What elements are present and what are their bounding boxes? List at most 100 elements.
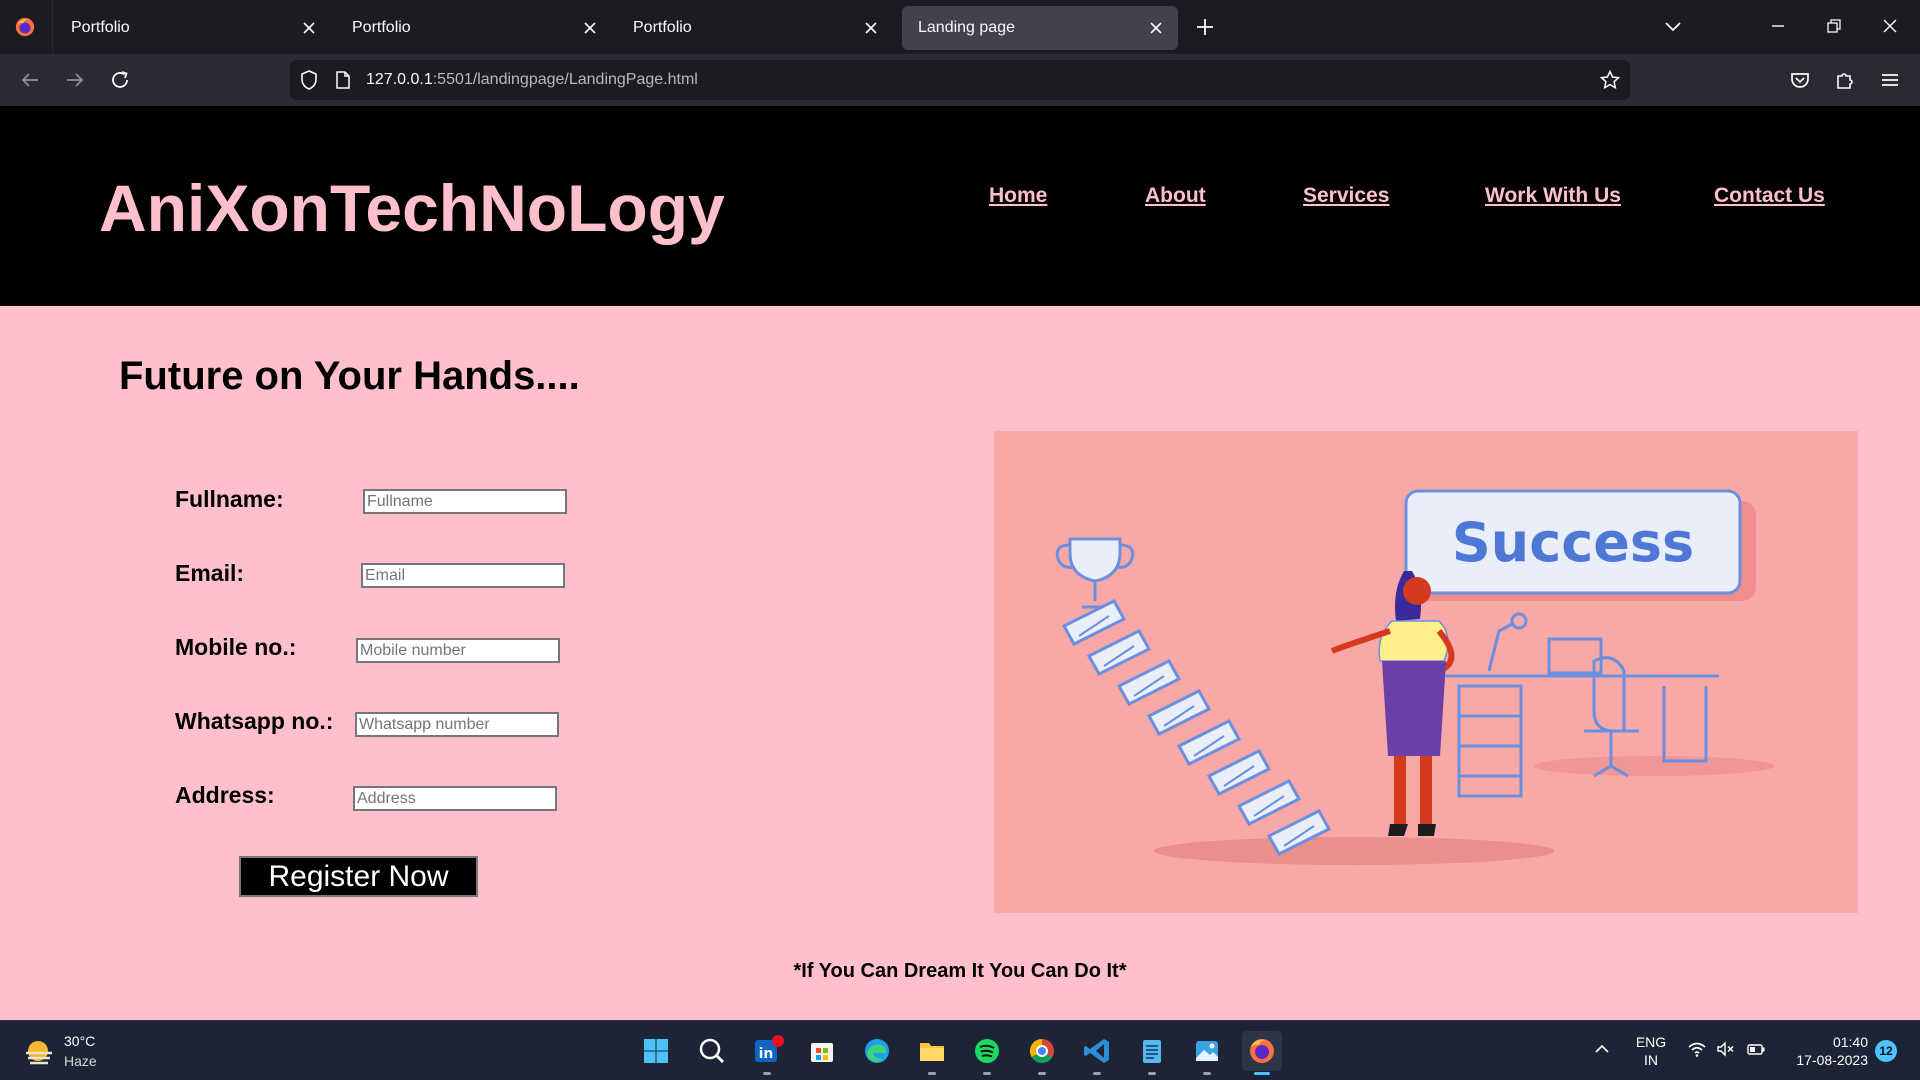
hero-title: Future on Your Hands.... <box>119 354 580 398</box>
close-tab-icon[interactable] <box>863 20 879 36</box>
extensions-puzzle-icon[interactable] <box>1833 68 1857 92</box>
tab-landing-page[interactable]: Landing page <box>902 6 1178 50</box>
page-info-icon[interactable] <box>332 69 354 91</box>
forward-arrow-icon[interactable] <box>63 68 87 92</box>
running-indicator <box>763 1072 771 1075</box>
taskbar-app-file-explorer[interactable] <box>912 1031 952 1075</box>
clock-date: 17-08-2023 <box>1796 1052 1868 1068</box>
email-label: Email: <box>175 560 245 586</box>
address-input[interactable] <box>353 786 557 811</box>
mobile-input[interactable] <box>356 638 560 663</box>
landing-page: AniXonTechNoLogy Home About Services Wor… <box>0 106 1920 1020</box>
restore-window-icon[interactable] <box>1822 14 1846 38</box>
minimize-window-icon[interactable] <box>1766 14 1790 38</box>
search-icon <box>699 1038 724 1063</box>
tab-portfolio-3[interactable]: Portfolio <box>617 6 893 50</box>
register-now-button[interactable]: Register Now <box>239 856 478 897</box>
chrome-icon <box>1029 1039 1054 1064</box>
language-code: ENG <box>1635 1034 1667 1050</box>
taskbar-app-photos[interactable] <box>1187 1031 1227 1075</box>
wifi-icon[interactable] <box>1687 1039 1707 1059</box>
taskbar-app-firefox[interactable] <box>1242 1031 1282 1075</box>
bookmark-star-icon[interactable] <box>1599 69 1621 91</box>
site-logo[interactable]: AniXonTechNoLogy <box>99 170 725 246</box>
success-sign-text: Success <box>1452 511 1694 574</box>
running-indicator <box>983 1072 991 1075</box>
taskbar-app-linkedin[interactable]: in <box>747 1031 787 1075</box>
fullname-label: Fullname: <box>175 486 284 512</box>
whatsapp-input[interactable] <box>355 712 559 737</box>
notepad-icon <box>1143 1040 1161 1063</box>
whatsapp-label: Whatsapp no.: <box>175 708 334 734</box>
close-window-icon[interactable] <box>1878 14 1902 38</box>
input-language-indicator[interactable]: ENG IN <box>1634 1033 1668 1069</box>
tab-title: Portfolio <box>352 19 411 36</box>
browser-tab-bar: Portfolio Portfolio Portfolio Landing pa… <box>0 0 1920 54</box>
nav-link-contact-us[interactable]: Contact Us <box>1714 184 1825 208</box>
nav-link-services[interactable]: Services <box>1303 184 1389 208</box>
back-arrow-icon[interactable] <box>18 68 42 92</box>
tagline: *If You Can Dream It You Can Do It* <box>793 960 1127 982</box>
spotify-icon <box>975 1039 999 1063</box>
running-indicator <box>928 1072 936 1075</box>
url-path: :5501/landingpage/LandingPage.html <box>432 71 698 88</box>
battery-icon[interactable] <box>1746 1039 1766 1059</box>
tracking-protection-shield-icon[interactable] <box>298 69 320 91</box>
list-all-tabs-chevron-icon[interactable] <box>1662 17 1684 37</box>
browser-navigation-bar: 127.0.0.1:5501/landingpage/LandingPage.h… <box>0 54 1920 106</box>
region-code: IN <box>1644 1052 1658 1068</box>
address-bar[interactable]: 127.0.0.1:5501/landingpage/LandingPage.h… <box>290 60 1630 100</box>
taskbar-app-notepad[interactable] <box>1132 1031 1172 1075</box>
taskbar-app-spotify[interactable] <box>967 1031 1007 1075</box>
close-tab-icon[interactable] <box>1148 20 1164 36</box>
pocket-icon[interactable] <box>1788 68 1812 92</box>
microsoft-store-icon <box>811 1043 833 1062</box>
windows-taskbar: 30°C Haze in ENG IN 01:40 17-08-2023 12 <box>0 1020 1920 1080</box>
running-indicator <box>1148 1072 1156 1075</box>
start-button[interactable] <box>636 1031 676 1071</box>
show-hidden-icons-chevron-icon[interactable] <box>1592 1039 1612 1059</box>
url-host: 127.0.0.1 <box>366 71 433 88</box>
address-label: Address: <box>175 782 275 808</box>
taskbar-search-button[interactable] <box>692 1031 732 1071</box>
weather-description[interactable]: Haze <box>64 1053 97 1069</box>
tab-portfolio-2[interactable]: Portfolio <box>336 6 612 50</box>
close-tab-icon[interactable] <box>301 20 317 36</box>
url-text[interactable]: 127.0.0.1:5501/landingpage/LandingPage.h… <box>366 71 698 89</box>
folder-icon <box>920 1043 944 1061</box>
windows-start-icon <box>644 1039 668 1063</box>
reload-icon[interactable] <box>108 68 132 92</box>
system-clock[interactable]: 01:40 17-08-2023 <box>1778 1033 1868 1069</box>
nav-link-home[interactable]: Home <box>989 184 1047 208</box>
running-indicator <box>1038 1072 1046 1075</box>
fullname-input[interactable] <box>363 489 567 514</box>
running-indicator <box>1203 1072 1211 1075</box>
taskbar-app-vs-code[interactable] <box>1077 1031 1117 1075</box>
firefox-menu-icon[interactable] <box>14 16 36 38</box>
weather-temperature[interactable]: 30°C <box>64 1033 95 1049</box>
notification-count-badge[interactable]: 12 <box>1875 1040 1897 1062</box>
tabbar-separator <box>52 0 53 54</box>
clock-time: 01:40 <box>1832 1034 1868 1050</box>
taskbar-app-edge[interactable] <box>857 1031 897 1071</box>
active-indicator <box>1254 1072 1270 1075</box>
email-input[interactable] <box>361 563 565 588</box>
linkedin-icon: in <box>755 1035 784 1062</box>
nav-link-about[interactable]: About <box>1145 184 1206 208</box>
tab-title: Portfolio <box>633 19 692 36</box>
running-indicator <box>1093 1072 1101 1075</box>
vs-code-icon <box>1084 1039 1109 1063</box>
volume-muted-icon[interactable] <box>1716 1039 1736 1059</box>
success-illustration: Success <box>994 431 1858 913</box>
hamburger-menu-icon[interactable] <box>1878 68 1902 92</box>
taskbar-app-microsoft-store[interactable] <box>802 1031 842 1071</box>
close-tab-icon[interactable] <box>582 20 598 36</box>
new-tab-plus-icon[interactable] <box>1193 15 1217 39</box>
edge-browser-icon <box>865 1039 889 1063</box>
nav-link-work-with-us[interactable]: Work With Us <box>1485 184 1621 208</box>
tab-title: Portfolio <box>71 19 130 36</box>
tab-portfolio-1[interactable]: Portfolio <box>55 6 331 50</box>
taskbar-app-chrome[interactable] <box>1022 1031 1062 1075</box>
firefox-icon <box>1250 1039 1274 1063</box>
weather-haze-icon[interactable] <box>22 1037 56 1067</box>
